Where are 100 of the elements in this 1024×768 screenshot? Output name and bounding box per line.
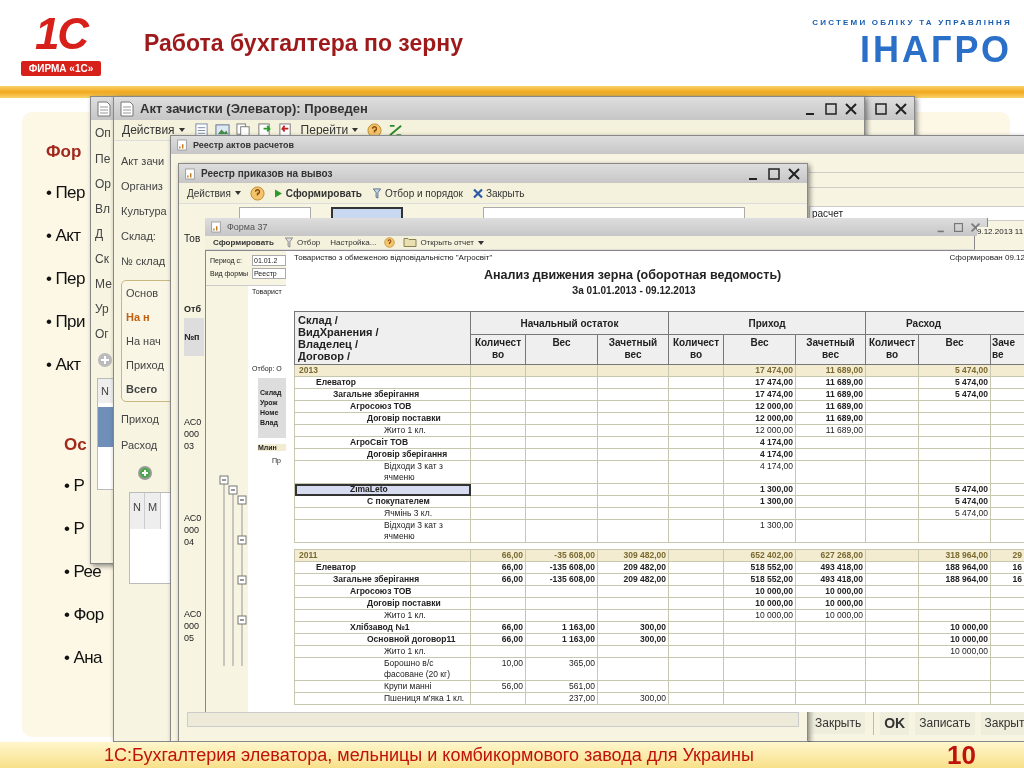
- table-cell: -135 608,00: [525, 573, 598, 586]
- field-label: № склад: [121, 255, 166, 269]
- section-label: Отб: [184, 304, 201, 314]
- document-icon: [120, 100, 134, 117]
- table-cell: 518 552,00: [723, 561, 796, 574]
- table-cell: 561,00: [525, 680, 598, 693]
- field-label: Ме: [95, 277, 112, 292]
- caret-icon: [233, 189, 242, 197]
- maximize-icon[interactable]: [953, 221, 964, 233]
- company-name: Товариство з обмеженою відповідальністю "Агросвіт": [294, 253, 494, 262]
- row-label[interactable]: Крупи манні: [294, 680, 471, 693]
- table-cell: 1 300,00: [723, 519, 796, 543]
- row-label[interactable]: Відходи 3 кат з ячменю: [294, 519, 471, 543]
- row-label[interactable]: Основной договор11: [294, 633, 471, 646]
- row-label[interactable]: Договір поставки: [294, 412, 471, 425]
- column-header: Приход: [668, 311, 866, 335]
- table-cell: -135 608,00: [525, 561, 598, 574]
- row-label[interactable]: АгроСвіт ТОВ: [294, 436, 471, 449]
- table-cell: 10 000,00: [723, 597, 796, 610]
- row-label[interactable]: Загальне зберігання: [294, 388, 471, 401]
- goto-menu[interactable]: Перейти: [298, 123, 362, 137]
- table-cell: 4 174,00: [723, 448, 796, 461]
- row-label[interactable]: Елеватор: [294, 561, 471, 574]
- table-cell: 493 418,00: [795, 573, 866, 586]
- tab[interactable]: Тов: [184, 233, 201, 244]
- help-icon[interactable]: [249, 185, 265, 201]
- filter-button[interactable]: Отбор: [281, 237, 323, 248]
- table-cell: 66,00: [470, 561, 526, 574]
- actions-menu[interactable]: Действия: [120, 123, 188, 137]
- maximize-icon[interactable]: [767, 166, 781, 181]
- table-cell: АС0 000 04: [184, 512, 202, 548]
- column-header: N: [130, 493, 145, 529]
- table-cell: 17 474,00: [723, 376, 796, 389]
- row-label[interactable]: Хлібзавод №1: [294, 621, 471, 634]
- row-label[interactable]: Пшениця м'яка 1 кл.: [294, 692, 471, 705]
- tab[interactable]: Основ: [126, 287, 159, 299]
- field-label: Вл: [95, 202, 110, 217]
- table-cell: 188 964,00: [918, 573, 991, 586]
- row-label[interactable]: Елеватор: [294, 376, 471, 389]
- close-button[interactable]: Закрыт: [980, 711, 1024, 735]
- column-header: Количест во: [668, 334, 724, 365]
- bullet-item: • Рее: [64, 561, 102, 583]
- row-label[interactable]: Агросоюз ТОВ: [294, 400, 471, 413]
- table-cell: 11 689,00: [795, 388, 866, 401]
- window-title: Реестр актов расчетов: [193, 140, 295, 150]
- row-label[interactable]: Жито 1 кл.: [294, 609, 471, 622]
- table-cell: 5 474,00: [918, 483, 991, 496]
- table-cell: 66,00: [470, 573, 526, 586]
- table-cell: 10 000,00: [918, 645, 991, 658]
- row-label[interactable]: Жито 1 кл.: [294, 424, 471, 437]
- table-cell: 300,00: [597, 692, 669, 705]
- table-cell: 10 000,00: [795, 585, 866, 598]
- scrollbar[interactable]: [187, 712, 799, 727]
- ok-button[interactable]: OK: [880, 711, 910, 735]
- column-header: Расход: [865, 311, 1024, 335]
- generate-button[interactable]: Сформировать: [211, 238, 276, 247]
- row-label[interactable]: С покупателем: [294, 495, 471, 508]
- save-button[interactable]: Записать: [915, 711, 975, 735]
- open-report-button[interactable]: Открыть отчет: [401, 237, 487, 248]
- field-label: Ор: [95, 177, 111, 192]
- add-icon[interactable]: [137, 465, 153, 481]
- field-label: Культура: [121, 205, 167, 219]
- field-label: Пе: [95, 152, 111, 167]
- close-icon[interactable]: [787, 166, 801, 181]
- table-cell: 1 300,00: [723, 495, 796, 508]
- row-label[interactable]: Договір поставки: [294, 597, 471, 610]
- date-text: 9.12.2013 11: [977, 227, 1024, 236]
- filter-button[interactable]: Отбор и порядок: [370, 187, 465, 199]
- bullet-item: • Р: [64, 475, 85, 497]
- maximize-icon[interactable]: [824, 101, 838, 116]
- close-button[interactable]: Закрыть: [471, 187, 527, 199]
- row-label[interactable]: Борошно в/с фасоване (20 кг): [294, 657, 471, 681]
- row-label[interactable]: Ячмінь 3 кл.: [294, 507, 471, 520]
- document-icon: [177, 139, 187, 151]
- table-cell: АС0 000 03: [184, 416, 202, 452]
- table-cell: 10,00: [470, 657, 526, 681]
- actions-menu[interactable]: Действия: [185, 187, 244, 199]
- field-label: Организ: [121, 180, 163, 194]
- generate-button[interactable]: Сформировать: [270, 187, 364, 199]
- tab[interactable]: Оп: [95, 124, 111, 142]
- row-label[interactable]: Агросоюз ТОВ: [294, 585, 471, 598]
- maximize-icon[interactable]: [874, 101, 888, 116]
- field-label: Всего: [126, 383, 158, 395]
- help-icon[interactable]: [384, 237, 396, 248]
- window-title: Акт зачистки (Элеватор): Проведен: [140, 101, 368, 116]
- filter-icon: [372, 187, 382, 199]
- table-cell: 4 174,00: [723, 436, 796, 449]
- row-label[interactable]: Відходи 3 кат з ячменю: [294, 460, 471, 484]
- row-label[interactable]: Договір зберігання: [294, 448, 471, 461]
- close-button[interactable]: Закрыть: [811, 712, 866, 734]
- close-icon[interactable]: [894, 101, 908, 116]
- field-label: Д: [95, 227, 104, 242]
- settings-button[interactable]: Настройка...: [328, 238, 379, 247]
- row-label[interactable]: Жито 1 кл.: [294, 645, 471, 658]
- picture-frame-icon[interactable]: [214, 122, 230, 138]
- close-icon[interactable]: [844, 101, 858, 116]
- table-cell: 10 000,00: [918, 633, 991, 646]
- row-label[interactable]: Загальне зберігання: [294, 573, 471, 586]
- table-cell: АС0 000 05: [184, 608, 202, 644]
- table-cell: 10 000,00: [795, 609, 866, 622]
